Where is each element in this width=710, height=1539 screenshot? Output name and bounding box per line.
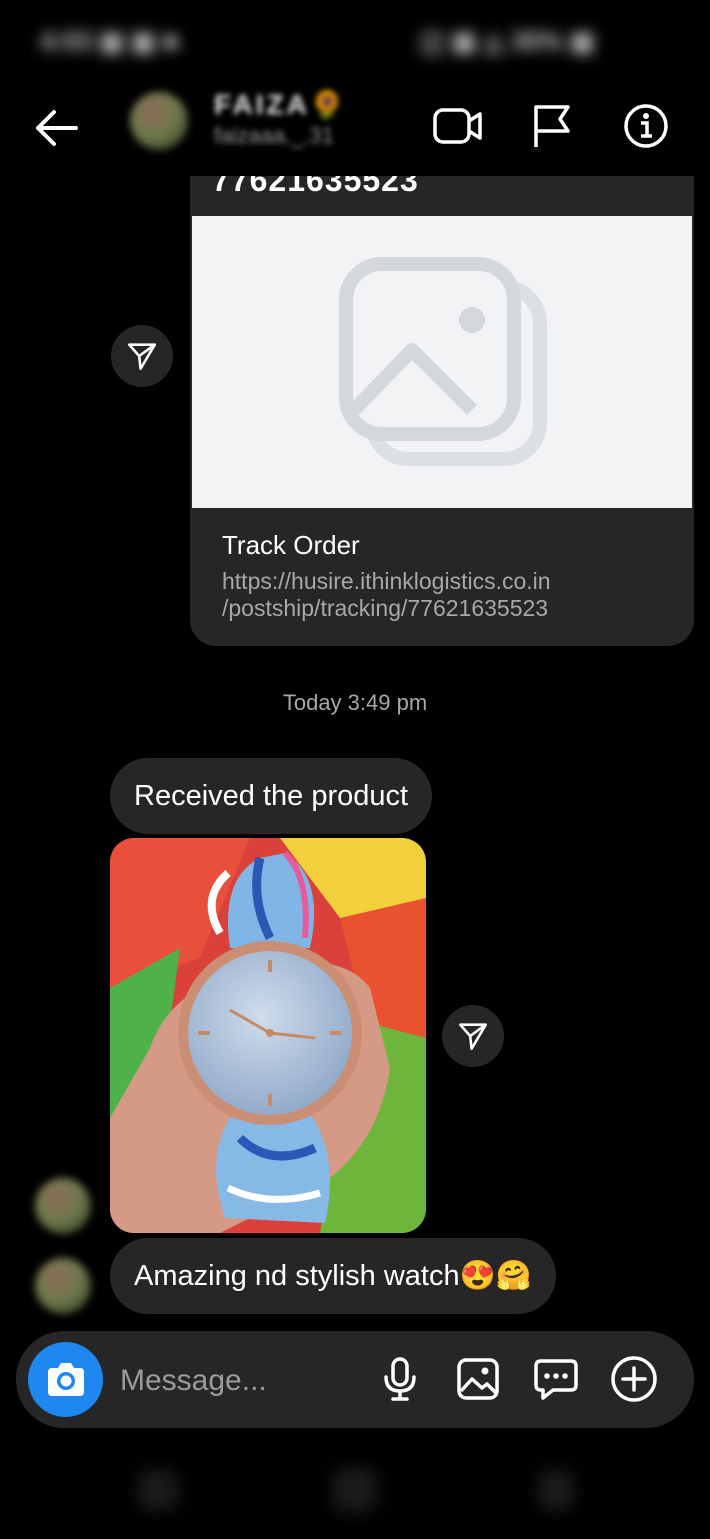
send-icon	[127, 343, 157, 371]
message-text: Received the product	[134, 779, 409, 812]
video-call-button[interactable]	[428, 96, 488, 156]
gallery-icon	[457, 1358, 499, 1400]
message-timestamp: Today 3:49 pm	[282, 690, 428, 715]
home-button[interactable]	[333, 1468, 377, 1512]
gallery-button[interactable]	[452, 1353, 504, 1405]
share-button[interactable]	[111, 325, 173, 387]
photo-message[interactable]	[110, 838, 426, 1233]
message-text: Amazing nd stylish watch😍🤗	[134, 1260, 532, 1292]
message-bubble[interactable]: Amazing nd stylish watch😍🤗	[110, 1238, 556, 1314]
system-navigation-bar	[0, 1440, 710, 1539]
status-time: 4:03 ▣ ▣ ■	[40, 26, 179, 56]
sender-avatar[interactable]	[35, 1258, 91, 1314]
card-number-text: 77621635523	[212, 176, 419, 198]
plus-icon	[611, 1356, 657, 1402]
watch-photo	[110, 838, 426, 1233]
back-nav-button[interactable]	[538, 1470, 574, 1510]
link-preview-card[interactable]: 77621635523 Track Order https://husire.i…	[190, 176, 694, 646]
info-icon	[624, 104, 668, 148]
link-preview-image-placeholder	[192, 216, 692, 508]
camera-button[interactable]	[28, 1342, 103, 1417]
info-button[interactable]	[616, 96, 676, 156]
status-bar: 4:03 ▣ ▣ ■ ◫ ▣ ◬ 35% ▣	[0, 0, 710, 80]
link-title: Track Order	[222, 530, 360, 560]
recent-apps-button[interactable]	[138, 1470, 178, 1510]
back-button[interactable]	[26, 98, 86, 158]
message-bubble[interactable]: Received the product	[110, 758, 433, 834]
report-button[interactable]	[522, 96, 582, 156]
sender-avatar[interactable]	[35, 1178, 91, 1234]
voice-message-button[interactable]	[374, 1353, 426, 1405]
more-options-button[interactable]	[608, 1353, 660, 1405]
link-url-line2: /postship/tracking/77621635523	[222, 595, 549, 621]
contact-avatar[interactable]	[130, 92, 188, 150]
back-arrow-icon	[36, 110, 78, 146]
status-indicators: ◫ ▣ ◬ 35% ▣	[420, 26, 595, 56]
camera-icon	[47, 1362, 84, 1396]
sticker-icon	[534, 1359, 578, 1400]
contact-name: FAIZA	[214, 89, 310, 120]
flag-icon	[534, 105, 570, 147]
contact-username: faizaaa._.31	[214, 123, 334, 148]
microphone-icon	[384, 1357, 416, 1401]
message-composer	[16, 1331, 694, 1428]
share-photo-button[interactable]	[442, 1005, 504, 1067]
sticker-button[interactable]	[530, 1353, 582, 1405]
send-icon	[458, 1023, 488, 1051]
chat-header: FAIZA🌻 faizaaa._.31	[0, 80, 710, 176]
link-url[interactable]: https://husire.ithinklogistics.co.in /po…	[222, 568, 682, 622]
contact-info[interactable]: FAIZA🌻 faizaaa._.31	[214, 88, 348, 149]
video-call-icon	[433, 108, 482, 144]
contact-name-emoji: 🌻	[309, 89, 348, 120]
message-input[interactable]	[118, 1359, 372, 1403]
link-url-line1: https://husire.ithinklogistics.co.in	[222, 568, 551, 594]
image-placeholder-icon	[339, 257, 547, 466]
